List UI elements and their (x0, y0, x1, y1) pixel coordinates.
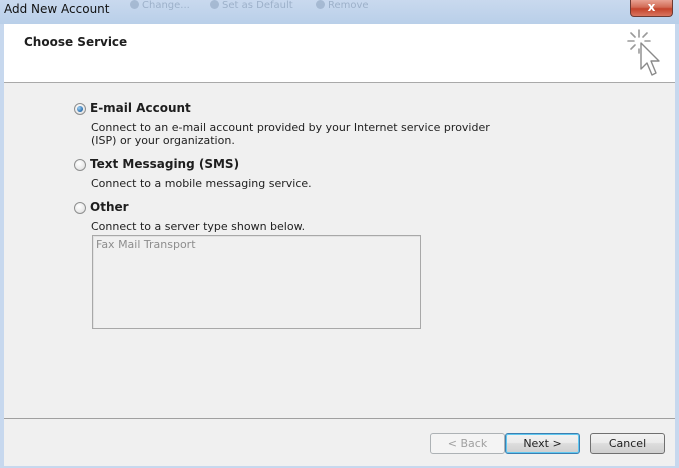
cancel-button[interactable]: Cancel (590, 433, 665, 454)
server-type-list[interactable]: Fax Mail Transport (92, 235, 421, 329)
email-account-radio[interactable] (74, 103, 86, 115)
wizard-header: Choose Service (4, 24, 675, 83)
other-label[interactable]: Other (90, 200, 129, 214)
window-frame-right (675, 24, 679, 468)
other-radio[interactable] (74, 202, 86, 214)
text-messaging-description: Connect to a mobile messaging service. (91, 177, 312, 190)
close-button[interactable]: x (630, 0, 673, 17)
page-title: Choose Service (24, 35, 128, 49)
close-icon: x (647, 0, 656, 14)
other-description: Connect to a server type shown below. (91, 220, 306, 233)
next-button[interactable]: Next > (505, 433, 580, 454)
window-frame-left (0, 24, 4, 468)
email-account-description: Connect to an e-mail account provided by… (91, 121, 490, 147)
back-button[interactable]: < Back (430, 433, 505, 454)
text-messaging-label[interactable]: Text Messaging (SMS) (90, 157, 239, 171)
background-toolbar-change: Change... (130, 0, 190, 11)
footer-divider (4, 418, 675, 419)
change-icon (130, 0, 139, 9)
background-toolbar-remove: Remove (316, 0, 369, 11)
list-item[interactable]: Fax Mail Transport (96, 238, 196, 251)
text-messaging-radio[interactable] (74, 159, 86, 171)
title-bar[interactable]: Add New Account Change... Set as Default… (0, 0, 679, 24)
check-icon (210, 0, 219, 9)
email-account-label[interactable]: E-mail Account (90, 101, 191, 115)
window-title: Add New Account (4, 2, 110, 16)
wizard-cursor-icon (627, 29, 660, 76)
background-toolbar-set-default: Set as Default (210, 0, 293, 11)
remove-icon (316, 0, 325, 9)
